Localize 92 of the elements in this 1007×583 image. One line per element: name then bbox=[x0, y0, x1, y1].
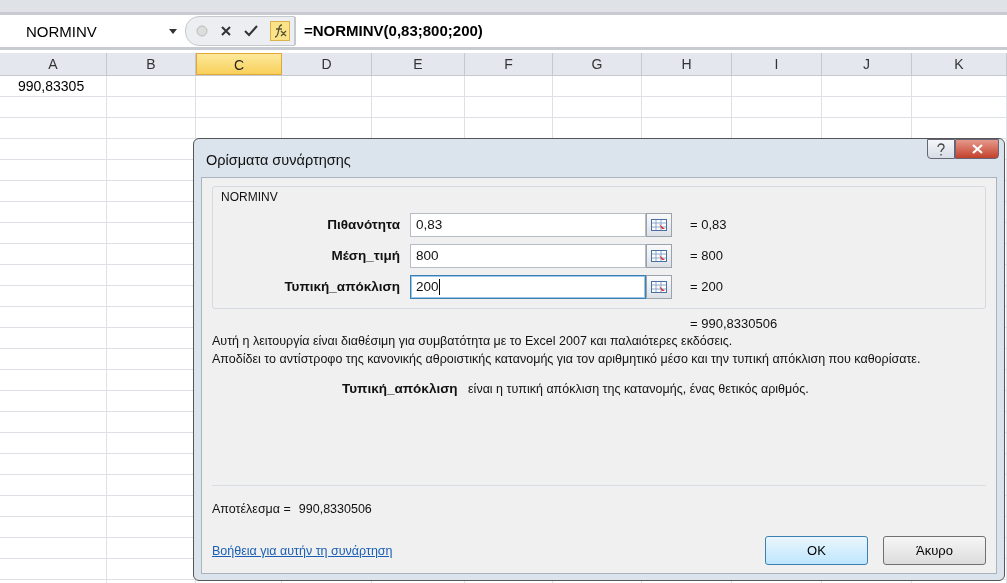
table-cell[interactable] bbox=[553, 97, 642, 118]
table-cell[interactable] bbox=[0, 412, 107, 433]
table-cell[interactable] bbox=[0, 118, 107, 139]
result-label: Αποτέλεσμα = bbox=[212, 502, 291, 516]
table-cell[interactable] bbox=[912, 76, 1007, 97]
argument-result: = 800 bbox=[690, 248, 723, 263]
result-value: 990,8330506 bbox=[298, 502, 372, 516]
table-cell[interactable] bbox=[0, 307, 107, 328]
check-icon[interactable] bbox=[244, 25, 258, 37]
argument-label: Τυπική_απόκλιση bbox=[283, 279, 401, 294]
column-header[interactable]: C bbox=[196, 53, 282, 75]
table-cell[interactable] bbox=[0, 202, 107, 223]
function-description: Αποδίδει το αντίστροφο της κανονικής αθροιστικής κατανομής για τον αριθμητικό μέσο και την τυπική απόκλιση που καθορίσατε. bbox=[212, 351, 922, 367]
table-cell[interactable] bbox=[465, 97, 553, 118]
collapse-button[interactable] bbox=[646, 274, 672, 299]
table-cell[interactable] bbox=[0, 433, 107, 454]
ok-button[interactable]: OK bbox=[765, 536, 868, 565]
table-cell[interactable] bbox=[912, 97, 1007, 118]
table-cell[interactable] bbox=[0, 160, 107, 181]
table-cell[interactable] bbox=[0, 517, 107, 538]
table-cell[interactable] bbox=[822, 76, 912, 97]
argument-label: Πιθανότητα bbox=[326, 217, 401, 232]
table-cell[interactable] bbox=[0, 538, 107, 559]
column-header[interactable]: E bbox=[372, 53, 465, 75]
table-cell[interactable]: 990,83305 bbox=[0, 76, 107, 97]
table-cell[interactable] bbox=[0, 454, 107, 475]
close-button[interactable] bbox=[955, 139, 999, 159]
range-select-icon bbox=[651, 218, 667, 231]
column-header[interactable]: K bbox=[912, 53, 1007, 75]
column-header[interactable]: A bbox=[0, 53, 107, 75]
argument-label: Μέση_τιμή bbox=[330, 248, 401, 263]
formula-field[interactable]: =NORMINV(0,83;800;200) bbox=[295, 17, 1007, 45]
table-cell[interactable] bbox=[282, 97, 372, 118]
dialog-title: Ορίσματα συνάρτησης bbox=[205, 151, 351, 168]
table-cell[interactable] bbox=[0, 265, 107, 286]
table-cell[interactable] bbox=[0, 139, 107, 160]
table-cell[interactable] bbox=[0, 496, 107, 517]
argument-field[interactable]: 200 bbox=[410, 274, 646, 299]
range-select-icon bbox=[651, 249, 667, 262]
cancel-button[interactable]: Άκυρο bbox=[883, 536, 986, 565]
table-cell[interactable] bbox=[196, 97, 282, 118]
dropdown-icon bbox=[169, 28, 177, 34]
help-link[interactable]: Βοήθεια για αυτήν τη συνάρτηση bbox=[212, 543, 393, 558]
argument-description: Τυπική_απόκλιση είναι η τυπική απόκλιση της κατανομής, ένας θετικός αριθμός. bbox=[342, 381, 810, 396]
close-icon bbox=[971, 144, 983, 154]
table-cell[interactable] bbox=[465, 76, 553, 97]
cancel-icon[interactable] bbox=[220, 25, 232, 37]
table-cell[interactable] bbox=[372, 76, 465, 97]
table-cell[interactable] bbox=[0, 475, 107, 496]
table-cell[interactable] bbox=[107, 118, 196, 139]
collapse-button[interactable] bbox=[646, 212, 672, 237]
help-button[interactable] bbox=[927, 139, 955, 159]
table-cell[interactable] bbox=[642, 76, 732, 97]
table-cell[interactable] bbox=[372, 97, 465, 118]
table-cell[interactable] bbox=[0, 349, 107, 370]
formula-result: = 990,8330506 bbox=[689, 316, 779, 331]
column-header[interactable]: D bbox=[282, 53, 372, 75]
function-description: Αυτή η λειτουργία είναι διαθέσιμη για συμβατότητα με το Excel 2007 και παλαιότερες εκδόσεις. bbox=[212, 333, 734, 349]
table-cell[interactable] bbox=[0, 181, 107, 202]
table-cell[interactable] bbox=[732, 76, 822, 97]
argument-field[interactable]: 800 bbox=[410, 243, 646, 268]
table-cell[interactable] bbox=[0, 559, 107, 580]
table-cell[interactable] bbox=[0, 223, 107, 244]
circle-icon bbox=[196, 25, 208, 37]
function-icon[interactable] bbox=[270, 21, 290, 41]
name-box[interactable]: NORMINV bbox=[0, 22, 185, 40]
table-cell[interactable] bbox=[0, 391, 107, 412]
argument-result: = 200 bbox=[690, 279, 723, 294]
column-header[interactable]: H bbox=[642, 53, 732, 75]
table-cell[interactable] bbox=[196, 76, 282, 97]
table-cell[interactable] bbox=[553, 76, 642, 97]
table-cell[interactable] bbox=[0, 97, 107, 118]
table-cell[interactable] bbox=[732, 97, 822, 118]
table-cell[interactable] bbox=[282, 76, 372, 97]
argument-field[interactable]: 0,83 bbox=[410, 212, 646, 237]
table-cell[interactable] bbox=[107, 76, 196, 97]
range-select-icon bbox=[651, 280, 667, 293]
table-cell[interactable] bbox=[0, 370, 107, 391]
table-cell[interactable] bbox=[0, 244, 107, 265]
table-cell[interactable] bbox=[642, 97, 732, 118]
collapse-button[interactable] bbox=[646, 243, 672, 268]
table-cell[interactable] bbox=[107, 97, 196, 118]
argument-result: = 0,83 bbox=[690, 217, 727, 232]
table-cell[interactable] bbox=[0, 328, 107, 349]
column-header[interactable]: G bbox=[553, 53, 642, 75]
column-header[interactable]: I bbox=[732, 53, 822, 75]
column-header[interactable]: F bbox=[465, 53, 553, 75]
table-cell[interactable] bbox=[0, 286, 107, 307]
question-icon bbox=[936, 142, 946, 156]
function-name: NORMINV bbox=[221, 190, 278, 204]
table-cell[interactable] bbox=[822, 97, 912, 118]
column-header[interactable]: J bbox=[822, 53, 912, 75]
